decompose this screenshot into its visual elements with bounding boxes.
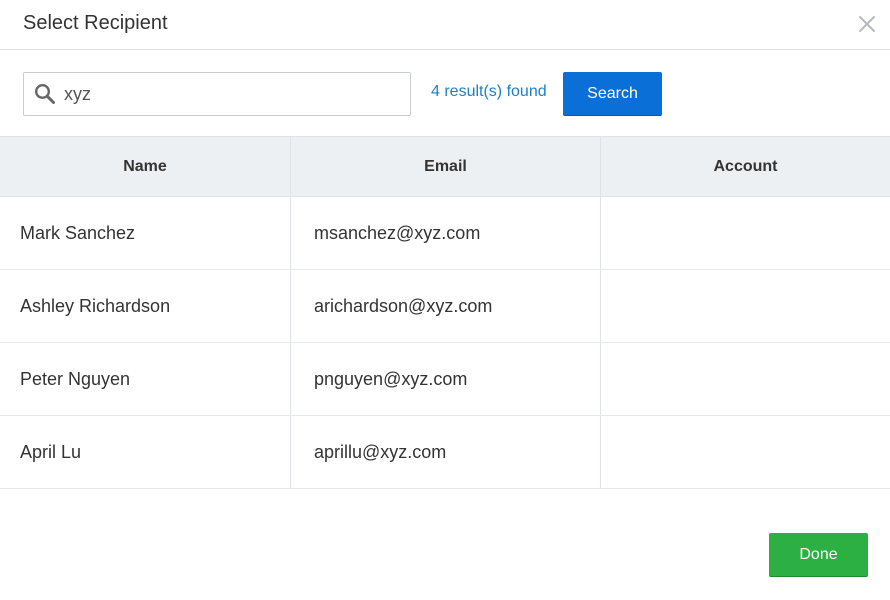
cell-name: Ashley Richardson <box>0 270 291 342</box>
search-icon <box>34 83 56 105</box>
cell-email: pnguyen@xyz.com <box>291 343 601 415</box>
column-header-account[interactable]: Account <box>601 137 890 196</box>
table-row[interactable]: Peter Nguyen pnguyen@xyz.com <box>0 343 890 416</box>
results-count: 4 result(s) found <box>431 83 547 100</box>
table-row[interactable]: April Lu aprillu@xyz.com <box>0 416 890 489</box>
cell-name: Mark Sanchez <box>0 197 291 269</box>
cell-email: arichardson@xyz.com <box>291 270 601 342</box>
cell-name: April Lu <box>0 416 291 488</box>
cell-account <box>601 416 890 488</box>
dialog-header: Select Recipient <box>0 0 890 50</box>
table-header: Name Email Account <box>0 137 890 197</box>
select-recipient-dialog: Select Recipient 4 result(s) found Searc… <box>0 0 890 600</box>
cell-email: msanchez@xyz.com <box>291 197 601 269</box>
search-input[interactable] <box>64 73 404 115</box>
column-header-email[interactable]: Email <box>291 137 601 196</box>
table-row[interactable]: Mark Sanchez msanchez@xyz.com <box>0 197 890 270</box>
column-header-name[interactable]: Name <box>0 137 291 196</box>
done-button[interactable]: Done <box>769 533 868 576</box>
recipient-table: Name Email Account Mark Sanchez msanchez… <box>0 136 890 489</box>
search-field <box>23 72 411 116</box>
cell-name: Peter Nguyen <box>0 343 291 415</box>
search-button[interactable]: Search <box>563 72 662 115</box>
cell-account <box>601 197 890 269</box>
cell-account <box>601 270 890 342</box>
table-row[interactable]: Ashley Richardson arichardson@xyz.com <box>0 270 890 343</box>
cell-account <box>601 343 890 415</box>
dialog-title: Select Recipient <box>23 12 168 34</box>
close-icon[interactable] <box>855 12 879 36</box>
cell-email: aprillu@xyz.com <box>291 416 601 488</box>
